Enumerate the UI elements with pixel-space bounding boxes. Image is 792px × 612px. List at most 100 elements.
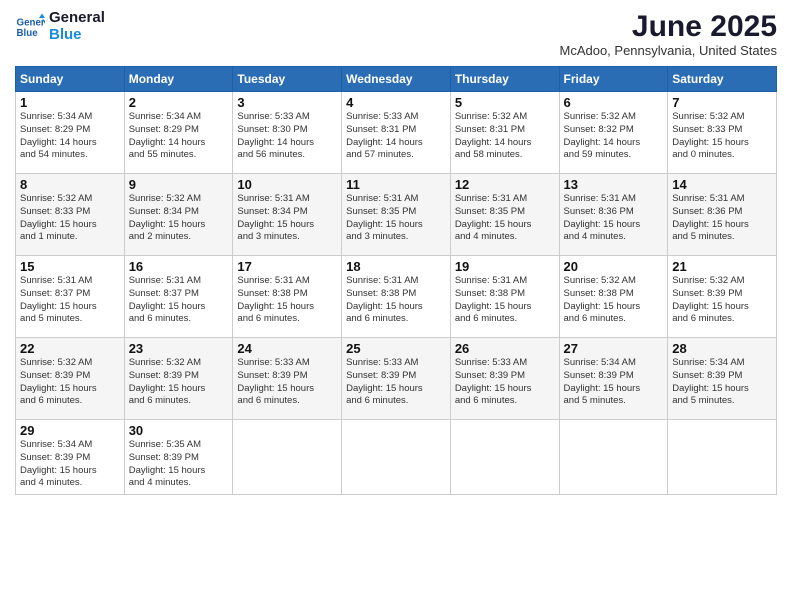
day-info: Sunrise: 5:31 AM Sunset: 8:37 PM Dayligh… — [20, 275, 120, 326]
calendar-cell: 13Sunrise: 5:31 AM Sunset: 8:36 PM Dayli… — [559, 174, 668, 256]
day-info: Sunrise: 5:31 AM Sunset: 8:37 PM Dayligh… — [129, 275, 229, 326]
week-row-5: 29Sunrise: 5:34 AM Sunset: 8:39 PM Dayli… — [16, 420, 777, 495]
day-number: 5 — [455, 95, 555, 110]
day-number: 18 — [346, 259, 446, 274]
calendar-table: SundayMondayTuesdayWednesdayThursdayFrid… — [15, 66, 777, 495]
day-number: 29 — [20, 423, 120, 438]
calendar-cell: 17Sunrise: 5:31 AM Sunset: 8:38 PM Dayli… — [233, 256, 342, 338]
week-row-4: 22Sunrise: 5:32 AM Sunset: 8:39 PM Dayli… — [16, 338, 777, 420]
calendar-cell — [559, 420, 668, 495]
calendar-cell: 1Sunrise: 5:34 AM Sunset: 8:29 PM Daylig… — [16, 92, 125, 174]
day-number: 6 — [564, 95, 664, 110]
day-info: Sunrise: 5:32 AM Sunset: 8:33 PM Dayligh… — [672, 111, 772, 162]
week-row-1: 1Sunrise: 5:34 AM Sunset: 8:29 PM Daylig… — [16, 92, 777, 174]
weekday-header-saturday: Saturday — [668, 67, 777, 92]
day-info: Sunrise: 5:34 AM Sunset: 8:29 PM Dayligh… — [129, 111, 229, 162]
day-info: Sunrise: 5:33 AM Sunset: 8:30 PM Dayligh… — [237, 111, 337, 162]
day-info: Sunrise: 5:34 AM Sunset: 8:39 PM Dayligh… — [20, 439, 120, 490]
day-number: 13 — [564, 177, 664, 192]
weekday-header-thursday: Thursday — [450, 67, 559, 92]
day-number: 22 — [20, 341, 120, 356]
day-number: 25 — [346, 341, 446, 356]
day-number: 27 — [564, 341, 664, 356]
calendar-cell: 15Sunrise: 5:31 AM Sunset: 8:37 PM Dayli… — [16, 256, 125, 338]
calendar-cell: 2Sunrise: 5:34 AM Sunset: 8:29 PM Daylig… — [124, 92, 233, 174]
calendar-cell: 21Sunrise: 5:32 AM Sunset: 8:39 PM Dayli… — [668, 256, 777, 338]
calendar-cell: 20Sunrise: 5:32 AM Sunset: 8:38 PM Dayli… — [559, 256, 668, 338]
day-info: Sunrise: 5:32 AM Sunset: 8:39 PM Dayligh… — [20, 357, 120, 408]
day-number: 16 — [129, 259, 229, 274]
day-number: 4 — [346, 95, 446, 110]
day-info: Sunrise: 5:32 AM Sunset: 8:32 PM Dayligh… — [564, 111, 664, 162]
day-info: Sunrise: 5:31 AM Sunset: 8:34 PM Dayligh… — [237, 193, 337, 244]
day-number: 14 — [672, 177, 772, 192]
logo-blue: Blue — [49, 27, 105, 44]
day-number: 9 — [129, 177, 229, 192]
logo: General Blue General Blue — [15, 10, 105, 43]
day-info: Sunrise: 5:32 AM Sunset: 8:39 PM Dayligh… — [672, 275, 772, 326]
day-number: 2 — [129, 95, 229, 110]
day-number: 23 — [129, 341, 229, 356]
day-number: 24 — [237, 341, 337, 356]
day-info: Sunrise: 5:32 AM Sunset: 8:34 PM Dayligh… — [129, 193, 229, 244]
calendar-cell: 25Sunrise: 5:33 AM Sunset: 8:39 PM Dayli… — [342, 338, 451, 420]
day-number: 30 — [129, 423, 229, 438]
day-number: 20 — [564, 259, 664, 274]
calendar-cell — [450, 420, 559, 495]
header: General Blue General Blue June 2025 McAd… — [15, 10, 777, 58]
day-info: Sunrise: 5:31 AM Sunset: 8:38 PM Dayligh… — [237, 275, 337, 326]
calendar-cell: 12Sunrise: 5:31 AM Sunset: 8:35 PM Dayli… — [450, 174, 559, 256]
day-info: Sunrise: 5:31 AM Sunset: 8:36 PM Dayligh… — [564, 193, 664, 244]
day-number: 21 — [672, 259, 772, 274]
weekday-header-wednesday: Wednesday — [342, 67, 451, 92]
calendar-cell: 22Sunrise: 5:32 AM Sunset: 8:39 PM Dayli… — [16, 338, 125, 420]
day-info: Sunrise: 5:32 AM Sunset: 8:39 PM Dayligh… — [129, 357, 229, 408]
day-number: 12 — [455, 177, 555, 192]
calendar-cell: 30Sunrise: 5:35 AM Sunset: 8:39 PM Dayli… — [124, 420, 233, 495]
calendar-cell — [233, 420, 342, 495]
calendar-cell: 18Sunrise: 5:31 AM Sunset: 8:38 PM Dayli… — [342, 256, 451, 338]
day-info: Sunrise: 5:31 AM Sunset: 8:36 PM Dayligh… — [672, 193, 772, 244]
calendar-cell: 24Sunrise: 5:33 AM Sunset: 8:39 PM Dayli… — [233, 338, 342, 420]
day-info: Sunrise: 5:31 AM Sunset: 8:35 PM Dayligh… — [346, 193, 446, 244]
month-title: June 2025 — [559, 10, 777, 43]
calendar-cell: 11Sunrise: 5:31 AM Sunset: 8:35 PM Dayli… — [342, 174, 451, 256]
week-row-2: 8Sunrise: 5:32 AM Sunset: 8:33 PM Daylig… — [16, 174, 777, 256]
weekday-header-tuesday: Tuesday — [233, 67, 342, 92]
day-info: Sunrise: 5:33 AM Sunset: 8:39 PM Dayligh… — [237, 357, 337, 408]
day-number: 17 — [237, 259, 337, 274]
calendar-page: General Blue General Blue June 2025 McAd… — [0, 0, 792, 612]
day-number: 19 — [455, 259, 555, 274]
calendar-cell: 4Sunrise: 5:33 AM Sunset: 8:31 PM Daylig… — [342, 92, 451, 174]
calendar-cell — [342, 420, 451, 495]
title-block: June 2025 McAdoo, Pennsylvania, United S… — [559, 10, 777, 58]
day-number: 15 — [20, 259, 120, 274]
weekday-header-monday: Monday — [124, 67, 233, 92]
calendar-cell: 6Sunrise: 5:32 AM Sunset: 8:32 PM Daylig… — [559, 92, 668, 174]
day-info: Sunrise: 5:31 AM Sunset: 8:38 PM Dayligh… — [455, 275, 555, 326]
calendar-cell: 7Sunrise: 5:32 AM Sunset: 8:33 PM Daylig… — [668, 92, 777, 174]
day-number: 11 — [346, 177, 446, 192]
calendar-cell: 8Sunrise: 5:32 AM Sunset: 8:33 PM Daylig… — [16, 174, 125, 256]
day-info: Sunrise: 5:33 AM Sunset: 8:39 PM Dayligh… — [346, 357, 446, 408]
day-number: 10 — [237, 177, 337, 192]
day-info: Sunrise: 5:34 AM Sunset: 8:39 PM Dayligh… — [564, 357, 664, 408]
week-row-3: 15Sunrise: 5:31 AM Sunset: 8:37 PM Dayli… — [16, 256, 777, 338]
day-info: Sunrise: 5:32 AM Sunset: 8:38 PM Dayligh… — [564, 275, 664, 326]
weekday-header-sunday: Sunday — [16, 67, 125, 92]
day-info: Sunrise: 5:34 AM Sunset: 8:39 PM Dayligh… — [672, 357, 772, 408]
day-number: 7 — [672, 95, 772, 110]
calendar-cell: 29Sunrise: 5:34 AM Sunset: 8:39 PM Dayli… — [16, 420, 125, 495]
weekday-header-row: SundayMondayTuesdayWednesdayThursdayFrid… — [16, 67, 777, 92]
day-info: Sunrise: 5:32 AM Sunset: 8:33 PM Dayligh… — [20, 193, 120, 244]
calendar-cell — [668, 420, 777, 495]
day-info: Sunrise: 5:33 AM Sunset: 8:31 PM Dayligh… — [346, 111, 446, 162]
weekday-header-friday: Friday — [559, 67, 668, 92]
calendar-cell: 27Sunrise: 5:34 AM Sunset: 8:39 PM Dayli… — [559, 338, 668, 420]
calendar-cell: 26Sunrise: 5:33 AM Sunset: 8:39 PM Dayli… — [450, 338, 559, 420]
calendar-cell: 10Sunrise: 5:31 AM Sunset: 8:34 PM Dayli… — [233, 174, 342, 256]
day-number: 28 — [672, 341, 772, 356]
calendar-cell: 16Sunrise: 5:31 AM Sunset: 8:37 PM Dayli… — [124, 256, 233, 338]
day-info: Sunrise: 5:34 AM Sunset: 8:29 PM Dayligh… — [20, 111, 120, 162]
day-info: Sunrise: 5:32 AM Sunset: 8:31 PM Dayligh… — [455, 111, 555, 162]
